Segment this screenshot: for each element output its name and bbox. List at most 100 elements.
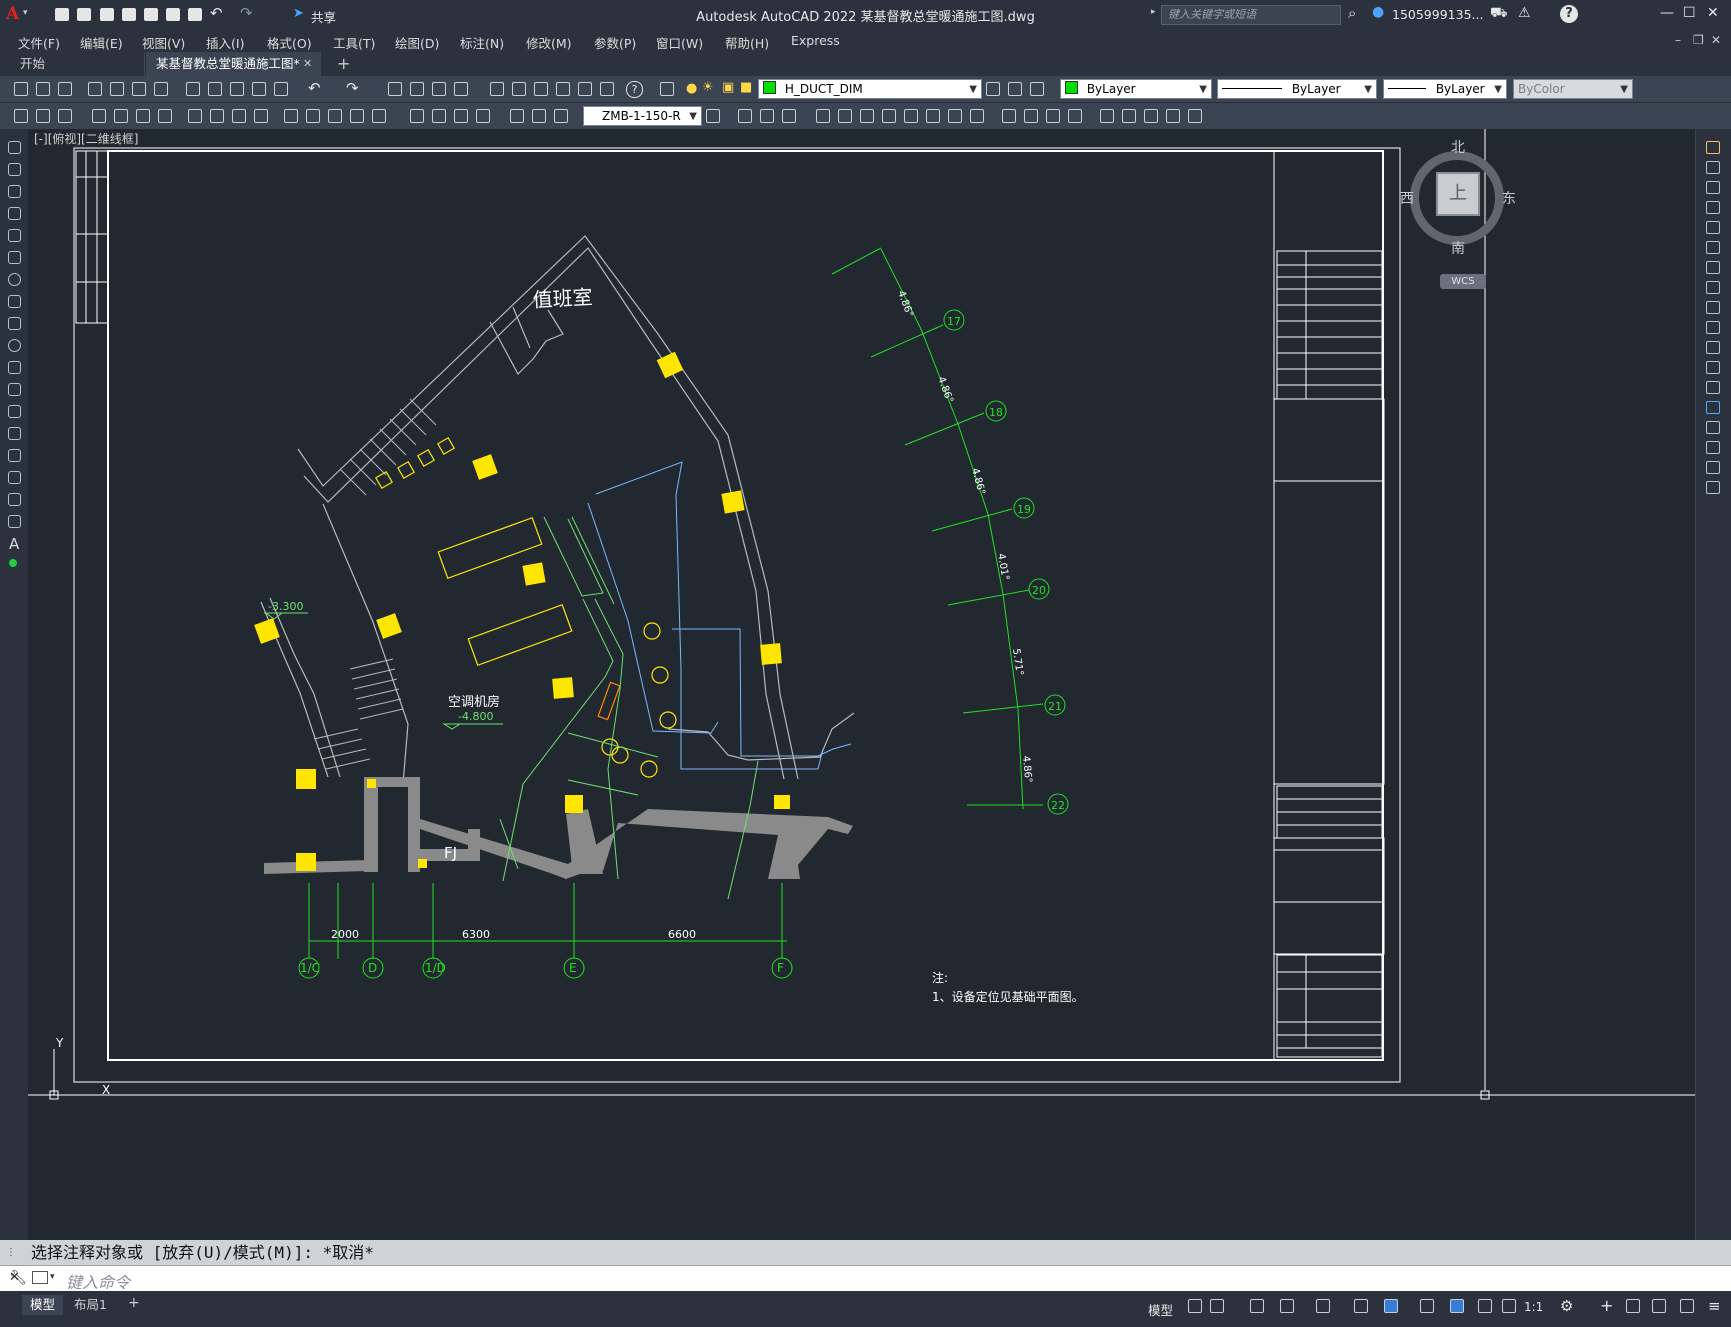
insert-block-icon[interactable] xyxy=(8,383,21,396)
cut-icon[interactable] xyxy=(186,82,200,96)
diameter-dim-icon[interactable] xyxy=(232,109,246,123)
inspection-icon[interactable] xyxy=(454,109,468,123)
rotate-icon[interactable] xyxy=(1706,261,1720,274)
menu-parametric[interactable]: 参数(P) xyxy=(594,33,636,52)
layer-properties-icon[interactable] xyxy=(660,82,674,96)
help-button[interactable]: ? xyxy=(1560,5,1578,23)
tab-model[interactable]: 模型 xyxy=(22,1295,64,1315)
tool-h-icon[interactable] xyxy=(904,109,918,123)
offset-icon[interactable] xyxy=(1706,201,1720,214)
dimstyle-manager-icon[interactable] xyxy=(706,109,720,123)
autodesk-app-icon[interactable]: ⚠ xyxy=(1518,5,1531,21)
construction-line-icon[interactable] xyxy=(8,163,21,176)
arc-icon[interactable] xyxy=(8,251,21,264)
design-center-icon[interactable] xyxy=(512,82,526,96)
undo-tb-icon[interactable]: ↶ xyxy=(308,79,321,97)
gradient-icon[interactable] xyxy=(8,471,21,484)
menu-modify[interactable]: 修改(M) xyxy=(526,33,572,52)
cart-icon[interactable]: ⛟ xyxy=(1490,5,1508,23)
search-expand-icon[interactable]: ▸ xyxy=(1151,7,1156,17)
grid-display-icon[interactable] xyxy=(1188,1299,1202,1313)
hatch-icon[interactable] xyxy=(8,449,21,462)
menu-window[interactable]: 窗口(W) xyxy=(656,33,703,52)
annotation-monitor-icon[interactable]: + xyxy=(1600,1296,1613,1315)
tab-start[interactable]: 开始 xyxy=(10,52,145,76)
layer-dropdown[interactable]: H_DUCT_DIM ▼ xyxy=(758,79,982,99)
tool-p-icon[interactable] xyxy=(1100,109,1114,123)
properties-icon[interactable] xyxy=(490,82,504,96)
close-window-icon[interactable]: ✕ xyxy=(1707,5,1719,21)
mtext-icon[interactable]: A xyxy=(9,535,19,553)
tool-s-icon[interactable] xyxy=(1166,109,1180,123)
menu-dimension[interactable]: 标注(N) xyxy=(460,33,504,52)
erase-icon[interactable] xyxy=(1706,141,1720,154)
linear-dim-icon[interactable] xyxy=(92,109,106,123)
drawing-canvas[interactable]: [-][俯视][二维线框] 值班室 空调机房 -4.800 -3.300 FJ … xyxy=(28,129,1695,1240)
layer-on-bulb-icon[interactable]: ● xyxy=(686,81,697,96)
tool-e-icon[interactable] xyxy=(838,109,852,123)
fillet-icon[interactable] xyxy=(1706,441,1720,454)
layer-iso-icon[interactable] xyxy=(1030,82,1044,96)
quick-properties-icon[interactable] xyxy=(1652,1299,1666,1313)
dim-break-icon[interactable] xyxy=(372,109,386,123)
jogged-dim-icon[interactable] xyxy=(210,109,224,123)
open-icon[interactable] xyxy=(36,82,50,96)
transparency-icon[interactable] xyxy=(1450,1299,1464,1313)
circle-icon[interactable] xyxy=(8,273,21,286)
qnew-icon[interactable] xyxy=(14,82,28,96)
ellipse-arc-icon[interactable] xyxy=(8,361,21,374)
tab-drawing-file[interactable]: 某基督教总堂暖通施工图* ✕ xyxy=(146,52,321,76)
compass-east[interactable]: 东 xyxy=(1502,188,1516,208)
layer-thaw-sun-icon[interactable]: ☀ xyxy=(702,80,714,95)
pan-icon[interactable] xyxy=(388,82,402,96)
explode-icon[interactable] xyxy=(1706,481,1720,494)
radius-dim-icon[interactable] xyxy=(188,109,202,123)
annotation-scale-icon[interactable] xyxy=(1502,1299,1516,1313)
line-icon[interactable] xyxy=(8,141,21,154)
publish-icon[interactable] xyxy=(132,82,146,96)
layer-lock-icon[interactable]: ▣ xyxy=(722,80,734,95)
doc-restore-icon[interactable]: ❐ xyxy=(1693,33,1704,47)
maximize-window-icon[interactable]: ☐ xyxy=(1683,5,1696,21)
sheet-set-icon[interactable] xyxy=(556,82,570,96)
paste-icon[interactable] xyxy=(230,82,244,96)
clean-screen-icon[interactable] xyxy=(1680,1299,1694,1313)
layer-unlock-icon[interactable]: ■ xyxy=(740,80,752,95)
command-window-grip-icon[interactable]: ⋮ xyxy=(6,1240,16,1265)
user-icon[interactable]: ● xyxy=(1372,4,1386,20)
continue-dim-icon[interactable] xyxy=(328,109,342,123)
make-current-layer-icon[interactable] xyxy=(986,82,1000,96)
move-icon[interactable] xyxy=(1706,241,1720,254)
lineweight-dropdown[interactable]: ByLayer ▼ xyxy=(1383,79,1507,99)
polyline-icon[interactable] xyxy=(8,185,21,198)
ellipse-icon[interactable] xyxy=(8,339,21,352)
quickcalc-icon[interactable] xyxy=(600,82,614,96)
tool-i-icon[interactable] xyxy=(926,109,940,123)
baseline-dim-icon[interactable] xyxy=(306,109,320,123)
dimstyle-dropdown[interactable]: ZMB-1-150-R ▼ xyxy=(583,106,702,126)
viewcube-top-face[interactable]: 上 xyxy=(1436,172,1480,216)
rectangle-icon[interactable] xyxy=(8,229,21,242)
tab-layout1[interactable]: 布局1 xyxy=(66,1295,115,1315)
close-tab-icon[interactable]: ✕ xyxy=(303,52,312,76)
menu-edit[interactable]: 编辑(E) xyxy=(80,33,123,52)
revcloud-icon[interactable] xyxy=(8,295,21,308)
save-icon-tb[interactable] xyxy=(58,82,72,96)
tool-1-icon[interactable] xyxy=(14,109,28,123)
tool-o-icon[interactable] xyxy=(1068,109,1082,123)
tool-j-icon[interactable] xyxy=(948,109,962,123)
customization-menu-icon[interactable]: ≡ xyxy=(1708,1297,1721,1315)
dim-update-icon[interactable] xyxy=(554,109,568,123)
command-input[interactable]: 键入命令 xyxy=(66,1269,130,1293)
tool-b-icon[interactable] xyxy=(760,109,774,123)
object-snap-tracking-icon[interactable] xyxy=(1354,1299,1368,1313)
tool-f-icon[interactable] xyxy=(860,109,874,123)
annotation-scale-value[interactable]: 1:1 xyxy=(1524,1300,1543,1314)
search-input[interactable]: 键入关键字或短语 xyxy=(1161,5,1341,25)
redo-tb-icon[interactable]: ↷ xyxy=(346,79,359,97)
block-editor-icon[interactable] xyxy=(274,82,288,96)
wrench-icon[interactable]: 🔧︎ xyxy=(9,1270,27,1286)
zoom-realtime-icon[interactable] xyxy=(410,82,424,96)
tool-l-icon[interactable] xyxy=(1002,109,1016,123)
recent-commands-icon[interactable] xyxy=(32,1271,48,1284)
